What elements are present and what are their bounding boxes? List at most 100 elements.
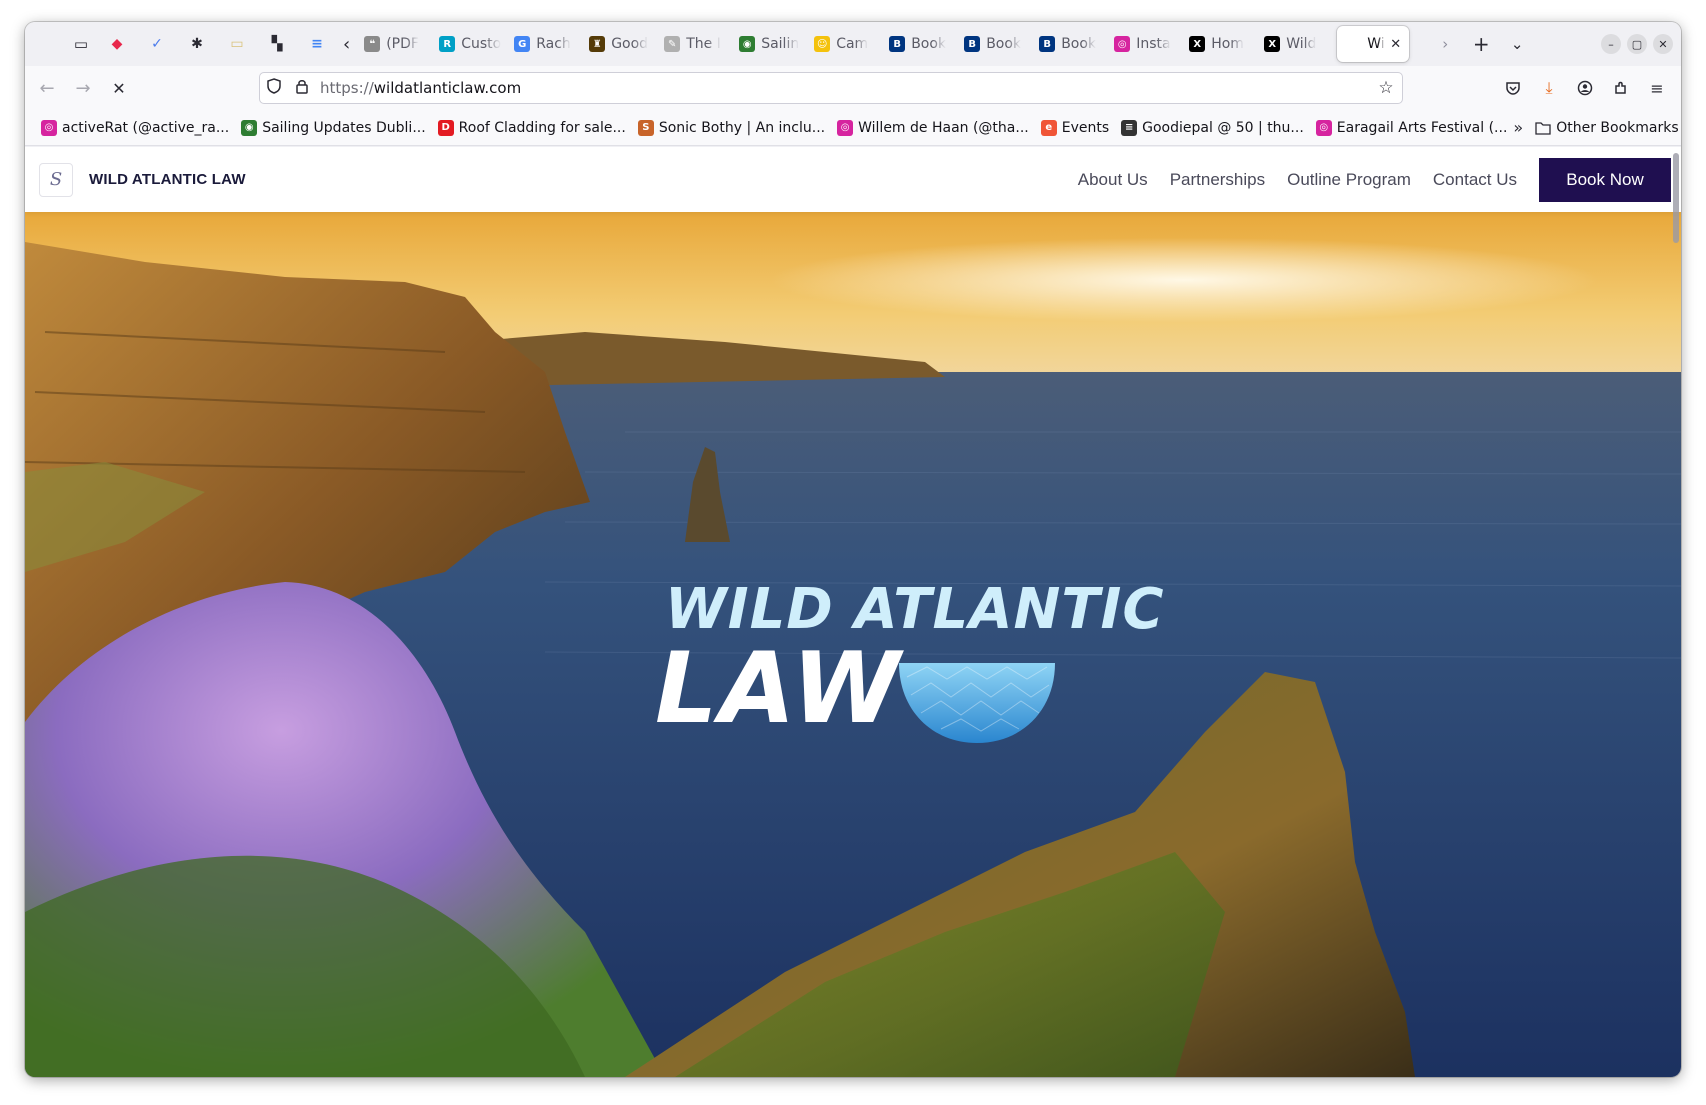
- tab-label: Custo: [461, 36, 502, 52]
- globe-icon: ◉: [241, 119, 258, 136]
- list-all-tabs-icon[interactable]: ⌄: [1501, 28, 1533, 60]
- menu-icon[interactable]: ≡: [1641, 72, 1673, 104]
- nav-contact-us[interactable]: Contact Us: [1433, 170, 1517, 190]
- bookmark-label: Sonic Bothy | An inclu...: [658, 119, 826, 136]
- chevron-more-icon[interactable]: »: [1513, 118, 1523, 137]
- lock-icon[interactable]: [288, 78, 316, 98]
- bookmark-label: Roof Cladding for sale...: [458, 119, 626, 136]
- tag-icon: ▭: [230, 36, 244, 52]
- tab-1[interactable]: ✓: [137, 26, 177, 62]
- browser-window: ▭ ◆ ✓ ✱ ▭ ▚ ≡ ‹ ❝ (PDF R Custo G Rach ♜ Good ✎ The I ◉ Sai…: [25, 22, 1681, 1077]
- code-icon: ▚: [271, 36, 283, 52]
- tab-7[interactable]: R Custo: [431, 26, 506, 62]
- downloads-icon[interactable]: ⤓: [1533, 72, 1565, 104]
- tab-label: Hom: [1211, 36, 1244, 52]
- shield-icon[interactable]: [260, 78, 288, 98]
- tab-active[interactable]: Wi ✕: [1337, 26, 1410, 62]
- feather-icon: ✎: [664, 36, 681, 52]
- active-tab-label: Wi: [1367, 36, 1385, 52]
- tab-4[interactable]: ▚: [257, 26, 297, 62]
- bookmarks-toolbar: ◎ activeRat (@active_ra... ◉ Sailing Update…: [25, 110, 1681, 146]
- bookmark-star-icon[interactable]: ☆: [1370, 78, 1402, 98]
- tab-label: The I: [686, 36, 721, 52]
- back-icon[interactable]: ←: [29, 72, 65, 104]
- check-icon: ✓: [151, 36, 163, 52]
- window-controls: – ▢ ✕: [1601, 34, 1681, 54]
- account-icon[interactable]: [1569, 72, 1601, 104]
- bookmark-5[interactable]: e Events: [1035, 114, 1115, 142]
- tab-label: Rach: [536, 36, 571, 52]
- rte-icon: R: [439, 36, 456, 52]
- tab-list: ◆ ✓ ✱ ▭ ▚ ≡ ‹ ❝ (PDF R Custo G Rach ♜ Good ✎ The I ◉ Saili…: [97, 22, 1331, 66]
- bookmark-1[interactable]: ◉ Sailing Updates Dubli...: [235, 114, 431, 142]
- site-name[interactable]: WILD ATLANTIC LAW: [89, 171, 246, 188]
- booking-icon: B: [1039, 36, 1056, 52]
- bookmark-label: Events: [1061, 119, 1110, 136]
- firefox-view-icon[interactable]: ▭: [65, 28, 97, 60]
- tab-6[interactable]: ❝ (PDF: [356, 26, 431, 62]
- tab-close-icon[interactable]: ✕: [1390, 37, 1401, 52]
- tab-13[interactable]: B Book: [881, 26, 956, 62]
- tab-5[interactable]: ≡: [297, 26, 337, 62]
- tab-2[interactable]: ✱: [177, 26, 217, 62]
- smile-icon: ☺: [814, 36, 831, 52]
- tab-0[interactable]: ◆: [97, 26, 137, 62]
- forward-icon[interactable]: →: [65, 72, 101, 104]
- stop-loading-icon[interactable]: ✕: [101, 72, 137, 104]
- pocket-icon[interactable]: [1497, 72, 1529, 104]
- bookmark-3[interactable]: S Sonic Bothy | An inclu...: [632, 114, 831, 142]
- bookmark-6[interactable]: ≡ Goodiepal @ 50 | thu...: [1115, 114, 1310, 142]
- tab-label: Book: [1061, 36, 1097, 52]
- address-bar[interactable]: https://wildatlanticlaw.com ☆: [259, 72, 1403, 104]
- other-bookmarks[interactable]: Other Bookmarks: [1529, 114, 1681, 142]
- hero-logo: WILD ATLANTIC LAW: [645, 577, 1163, 747]
- tab-label: Book: [911, 36, 947, 52]
- tab-8[interactable]: G Rach: [506, 26, 581, 62]
- bookmark-label: activeRat (@active_ra...: [62, 119, 230, 136]
- nav-about-us[interactable]: About Us: [1078, 170, 1148, 190]
- tab-label: (PDF: [386, 36, 419, 52]
- toolbar-right: ⤓ ≡: [1497, 72, 1673, 104]
- nav-outline-program[interactable]: Outline Program: [1287, 170, 1411, 190]
- page-favicon-icon: [1345, 36, 1362, 52]
- tab-17[interactable]: X Hom: [1181, 26, 1256, 62]
- tab-15[interactable]: B Book: [1031, 26, 1106, 62]
- site-logo[interactable]: S: [39, 162, 73, 197]
- close-window-icon[interactable]: ✕: [1653, 34, 1673, 54]
- tab-18[interactable]: X Wild: [1256, 26, 1331, 62]
- scroll-tabs-left-icon[interactable]: ‹: [337, 34, 356, 55]
- google-icon: G: [514, 36, 531, 52]
- tab-12[interactable]: ☺ Cam: [806, 26, 881, 62]
- minimize-icon[interactable]: –: [1601, 34, 1621, 54]
- nav-partnerships[interactable]: Partnerships: [1170, 170, 1265, 190]
- tab-16[interactable]: ◎ Insta: [1106, 26, 1181, 62]
- bookmark-0[interactable]: ◎ activeRat (@active_ra...: [35, 114, 235, 142]
- tab-label: Book: [986, 36, 1022, 52]
- tab-10[interactable]: ✎ The I: [656, 26, 731, 62]
- bookmark-list: ◎ activeRat (@active_ra... ◉ Sailing Update…: [35, 114, 1513, 142]
- book-now-button[interactable]: Book Now: [1539, 157, 1671, 202]
- web-page: S WILD ATLANTIC LAW About Us Partnership…: [25, 147, 1681, 1077]
- navigation-toolbar: ← → ✕ https://wildatlanticlaw.com ☆ ⤓ ≡: [25, 66, 1681, 110]
- extensions-icon[interactable]: [1605, 72, 1637, 104]
- scroll-tabs-right-icon[interactable]: ›: [1429, 28, 1461, 60]
- donedeal-icon: D: [437, 119, 454, 136]
- new-tab-icon[interactable]: +: [1465, 28, 1497, 60]
- bookmark-label: Goodiepal @ 50 | thu...: [1142, 119, 1304, 136]
- booking-icon: B: [964, 36, 981, 52]
- tab-9[interactable]: ♜ Good: [581, 26, 656, 62]
- tab-11[interactable]: ◉ Sailin: [731, 26, 806, 62]
- url-protocol: https://: [320, 79, 374, 97]
- tab-strip: ▭ ◆ ✓ ✱ ▭ ▚ ≡ ‹ ❝ (PDF R Custo G Rach ♜ Good ✎ The I ◉ Sai…: [25, 22, 1681, 66]
- tab-14[interactable]: B Book: [956, 26, 1031, 62]
- tab-3[interactable]: ▭: [217, 26, 257, 62]
- page-scrollbar[interactable]: [1673, 153, 1679, 243]
- tab-label: Good: [611, 36, 649, 52]
- bookmark-4[interactable]: ◎ Willem de Haan (@tha...: [831, 114, 1035, 142]
- globe-icon: ◉: [739, 36, 756, 52]
- bookmark-7[interactable]: ◎ Earagail Arts Festival (...: [1310, 114, 1514, 142]
- bookmark-2[interactable]: D Roof Cladding for sale...: [432, 114, 632, 142]
- url-text[interactable]: https://wildatlanticlaw.com: [320, 79, 1370, 97]
- hero-logo-line2: LAW: [655, 632, 903, 746]
- maximize-icon[interactable]: ▢: [1627, 34, 1647, 54]
